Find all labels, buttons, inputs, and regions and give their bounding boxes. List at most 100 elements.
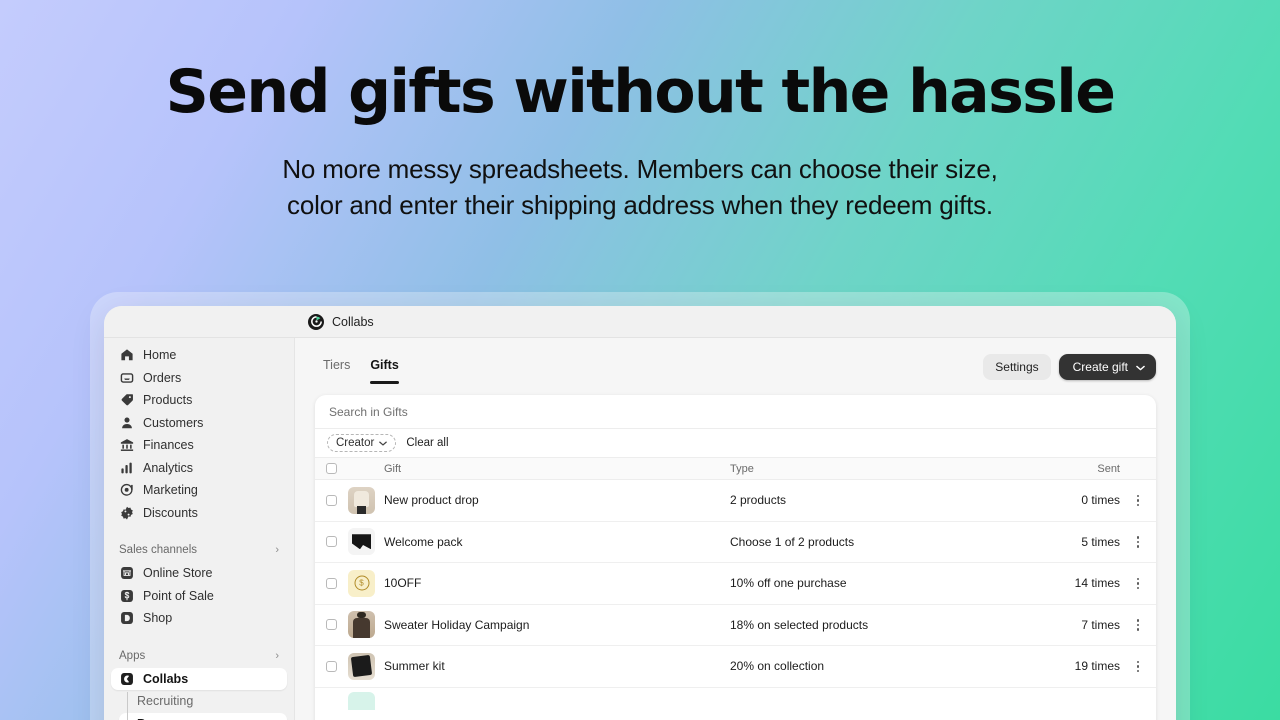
hero-subtitle-line-2: color and enter their shipping address w… [287, 189, 993, 220]
filter-bar: Creator Clear all [315, 429, 1156, 458]
checkbox-icon [326, 660, 337, 672]
gift-thumbnail-cell [348, 691, 382, 710]
table-row[interactable] [315, 688, 1156, 710]
app-topbar: Collabs [104, 306, 1176, 338]
tab-label: Tiers [323, 358, 351, 372]
column-header-type: Type [730, 462, 754, 475]
sidebar-item-label: Customers [143, 415, 204, 430]
hero-section: Send gifts without the hassle No more me… [0, 61, 1280, 223]
collabs-app-icon [119, 671, 134, 686]
sidebar-item-label: Home [143, 348, 177, 363]
home-icon [119, 348, 134, 363]
sidebar-item-label: Online Store [143, 566, 213, 581]
discount-badge-icon [119, 505, 134, 520]
table-row[interactable]: Sweater Holiday Campaign 18% on selected … [315, 605, 1156, 646]
checkbox-icon [326, 494, 337, 506]
table-row[interactable]: New product drop 2 products 0 times [315, 480, 1156, 522]
sidebar-item-label: Discounts [143, 505, 198, 520]
creator-filter-label: Creator [336, 437, 375, 449]
checkbox-icon [326, 619, 337, 631]
gift-type-cell: 2 products [730, 493, 787, 508]
sidebar-item-marketing[interactable]: Marketing [111, 479, 287, 502]
select-all-checkbox[interactable] [315, 463, 348, 474]
gift-thumbnail-cell [348, 569, 382, 597]
kebab-menu-icon [1136, 494, 1140, 506]
clear-all-button[interactable]: Clear all [406, 437, 448, 449]
sidebar: Home Orders Products Customers Finances … [104, 338, 294, 720]
customer-person-icon [119, 415, 134, 430]
create-gift-button[interactable]: Create gift [1058, 354, 1156, 380]
gift-thumbnail-cell [348, 486, 382, 514]
settings-button[interactable]: Settings [983, 354, 1051, 380]
header-actions: Settings Create gift [983, 354, 1156, 380]
tab-label: Gifts [370, 358, 399, 372]
gift-name-cell: 10OFF [384, 576, 422, 591]
gift-sent-cell: 5 times [1081, 534, 1120, 549]
sidebar-subitem-label: Recruiting [137, 694, 194, 709]
breadcrumb: Collabs [308, 313, 374, 330]
sidebar-item-discounts[interactable]: Discounts [111, 502, 287, 525]
kebab-menu-icon [1136, 536, 1140, 548]
gift-sent-cell: 0 times [1081, 493, 1120, 508]
table-body: New product drop 2 products 0 times Welcome… [315, 480, 1156, 710]
gift-sent-cell: 19 times [1074, 659, 1120, 674]
gift-name-cell: Sweater Holiday Campaign [384, 617, 530, 632]
table-row[interactable]: 10OFF 10% off one purchase 14 times [315, 563, 1156, 605]
collabs-brand-label: Collabs [332, 314, 374, 329]
sidebar-item-programs[interactable]: Programs [119, 712, 287, 720]
row-checkbox[interactable] [315, 494, 348, 506]
sidebar-item-label: Point of Sale [143, 588, 214, 603]
sidebar-item-analytics[interactable]: Analytics [111, 457, 287, 480]
table-row[interactable]: Summer kit 20% on collection 19 times [315, 646, 1156, 688]
table-row[interactable]: Welcome pack Choose 1 of 2 products 5 time… [315, 522, 1156, 563]
sidebar-item-customers[interactable]: Customers [111, 412, 287, 435]
sidebar-item-home[interactable]: Home [111, 344, 287, 367]
gifts-card: Search in Gifts Creator Clear all Gift T… [315, 395, 1156, 720]
hero-subtitle: No more messy spreadsheets. Members can … [120, 151, 1160, 223]
sidebar-item-label: Marketing [143, 483, 198, 498]
sidebar-item-finances[interactable]: Finances [111, 434, 287, 457]
sidebar-item-recruiting[interactable]: Recruiting [119, 690, 287, 713]
row-checkbox[interactable] [315, 619, 348, 631]
row-actions-button[interactable] [1120, 577, 1156, 589]
row-actions-button[interactable] [1120, 619, 1156, 631]
sidebar-subnav: Recruiting Programs Connections [111, 690, 287, 720]
sidebar-item-label: Shop [143, 611, 173, 626]
sidebar-item-shop[interactable]: Shop [111, 607, 287, 630]
gift-thumbnail [348, 691, 375, 710]
row-actions-button[interactable] [1120, 660, 1156, 672]
shop-bag-icon [119, 611, 134, 626]
sidebar-item-products[interactable]: Products [111, 389, 287, 412]
sidebar-item-label: Orders [143, 370, 182, 385]
gift-name-cell: Welcome pack [384, 534, 463, 549]
row-checkbox[interactable] [315, 660, 348, 672]
point-of-sale-icon [119, 588, 134, 603]
tab-gifts[interactable]: Gifts [362, 354, 406, 384]
checkbox-icon [326, 536, 337, 548]
subnav-tree-line [127, 692, 128, 720]
chevron-down-icon [379, 438, 388, 448]
sidebar-item-orders[interactable]: Orders [111, 367, 287, 390]
marketing-target-icon [119, 483, 134, 498]
row-actions-button[interactable] [1120, 494, 1156, 506]
gift-sent-cell: 14 times [1074, 576, 1120, 591]
checkbox-icon [326, 577, 337, 589]
hero-subtitle-line-1: No more messy spreadsheets. Members can … [282, 153, 998, 184]
sidebar-item-point-of-sale[interactable]: Point of Sale [111, 585, 287, 608]
main-content: Tiers Gifts Settings Create gift Search … [294, 338, 1176, 720]
sidebar-group-sales-channels[interactable]: Sales channels › [111, 538, 287, 562]
gift-type-cell: 20% on collection [730, 659, 825, 674]
creator-filter-chip[interactable]: Creator [327, 434, 397, 452]
row-checkbox[interactable] [315, 577, 348, 589]
tab-tiers[interactable]: Tiers [315, 354, 358, 384]
product-tag-icon [119, 393, 134, 408]
column-header-sent: Sent [1097, 462, 1120, 475]
row-checkbox[interactable] [315, 536, 348, 548]
row-actions-button[interactable] [1120, 536, 1156, 548]
sidebar-item-label: Analytics [143, 460, 194, 475]
search-input[interactable]: Search in Gifts [315, 395, 1156, 429]
sidebar-item-online-store[interactable]: Online Store [111, 562, 287, 585]
gift-name-cell: New product drop [384, 493, 479, 508]
sidebar-item-collabs[interactable]: Collabs [111, 667, 287, 690]
sidebar-group-apps[interactable]: Apps › [111, 644, 287, 668]
